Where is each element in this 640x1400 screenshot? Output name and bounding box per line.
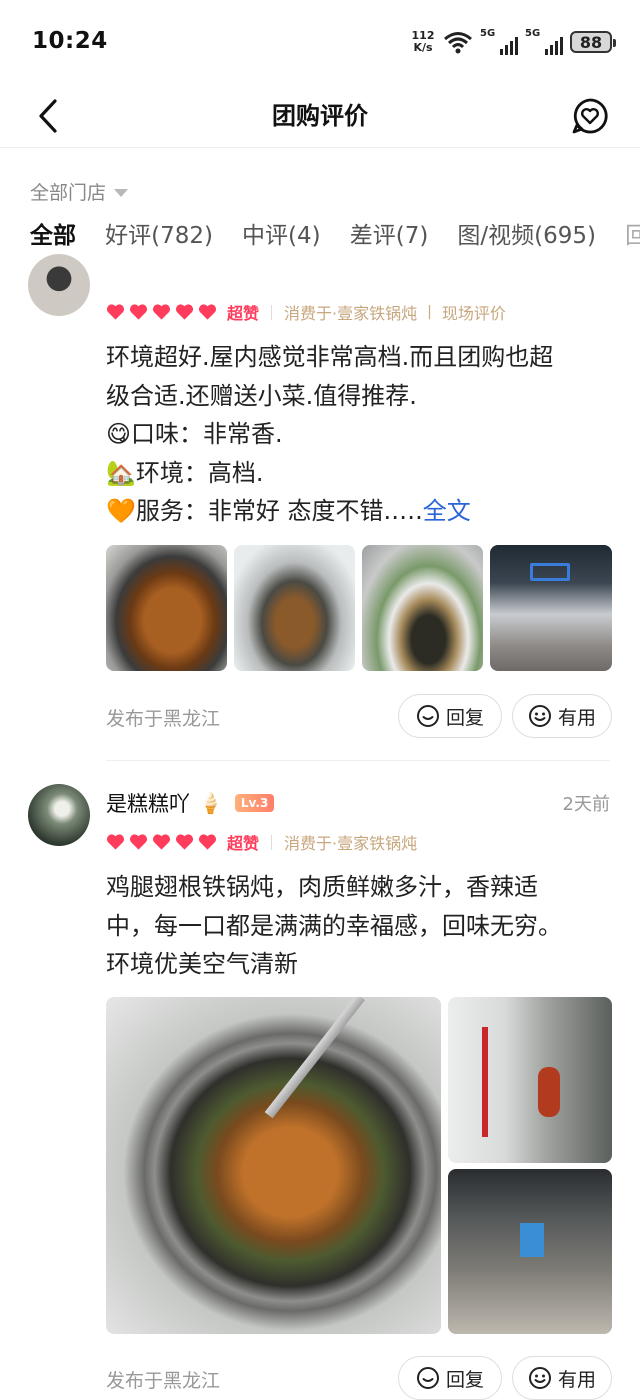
- review-photo[interactable]: [106, 997, 441, 1334]
- heart-icon: [198, 304, 217, 320]
- store-filter-dropdown[interactable]: 全部门店: [30, 178, 129, 205]
- heart-icon: [129, 834, 148, 850]
- consumed-at[interactable]: 消费于·壹家铁锅炖: [284, 830, 417, 854]
- rating-row: 超赞 消费于·壹家铁锅炖 | 现场评价: [106, 300, 506, 324]
- avatar[interactable]: [28, 254, 90, 316]
- caret-down-icon: [114, 188, 129, 197]
- user-row: 是糕糕吖 🍦 Lv.3: [106, 788, 275, 818]
- useful-button[interactable]: 有用: [512, 694, 612, 738]
- useful-button[interactable]: 有用: [512, 1356, 612, 1400]
- tab-negative[interactable]: 差评(7): [350, 218, 429, 254]
- heart-icon: [152, 304, 171, 320]
- review-photo[interactable]: [490, 545, 612, 671]
- divider: [271, 834, 273, 850]
- review-photo[interactable]: [362, 545, 483, 671]
- smile-icon: [528, 705, 551, 727]
- rating-label: 超赞: [227, 834, 260, 853]
- signal-1-icon: 5G: [480, 29, 518, 55]
- heart-icon: [106, 304, 125, 320]
- rating-row: 超赞 消费于·壹家铁锅炖: [106, 830, 417, 854]
- review-text[interactable]: 鸡腿翅根铁锅炖，肉质鲜嫩多汁，香辣适 中，每一口都是满满的幸福感，回味无穷。 环…: [106, 868, 611, 984]
- tab-media[interactable]: 图/视频(695): [457, 218, 596, 254]
- wifi-icon: [444, 32, 472, 54]
- heart-chat-icon: [572, 98, 608, 134]
- post-location: 发布于黑龙江: [106, 708, 221, 730]
- ice-cream-icon: 🍦: [198, 791, 223, 815]
- reply-button[interactable]: 回复: [398, 694, 502, 738]
- store-filter-label: 全部门店: [30, 182, 107, 204]
- consumed-at[interactable]: 消费于·壹家铁锅炖: [284, 300, 417, 324]
- heart-icon: [175, 304, 194, 320]
- user-name[interactable]: 是糕糕吖: [106, 788, 190, 818]
- divider: [106, 760, 610, 761]
- review-card: 是糕糕吖 🍦 Lv.3 2天前 超赞 消费于·壹家铁锅炖 鸡腿翅根铁锅炖，肉质鲜…: [0, 784, 640, 1400]
- review-type: 现场评价: [441, 304, 506, 323]
- post-location: 发布于黑龙江: [106, 1370, 221, 1392]
- review-photo[interactable]: [234, 545, 355, 671]
- heart-icon: [152, 834, 171, 850]
- feedback-button[interactable]: [570, 92, 610, 140]
- tab-positive[interactable]: 好评(782): [105, 218, 213, 254]
- review-photo[interactable]: [448, 997, 612, 1163]
- smile-icon: [528, 1367, 551, 1389]
- heart-icon: [175, 834, 194, 850]
- review-text[interactable]: 环境超好.屋内感觉非常高档.而且团购也超 级合适.还赠送小菜.值得推荐. 😋口味…: [106, 338, 611, 531]
- post-time: 2天前: [562, 794, 610, 815]
- status-bar: 10:24 112 K/s 5G 5G 88: [0, 0, 640, 84]
- review-photo[interactable]: [448, 1169, 612, 1334]
- review-filter-tabs: 全部 好评(782) 中评(4) 差评(7) 图/视频(695) 回: [30, 218, 640, 268]
- level-badge: Lv.3: [234, 794, 275, 812]
- review-card: 超赞 消费于·壹家铁锅炖 | 现场评价 环境超好.屋内感觉非常高档.而且团购也超…: [0, 254, 640, 766]
- reply-button[interactable]: 回复: [398, 1356, 502, 1400]
- comment-icon: [416, 1367, 439, 1389]
- review-photo[interactable]: [106, 545, 227, 671]
- tab-more[interactable]: 回: [625, 218, 640, 254]
- network-speed: 112 K/s: [411, 29, 435, 54]
- divider: [271, 304, 273, 320]
- avatar[interactable]: [28, 784, 90, 846]
- status-time: 10:24: [32, 28, 108, 54]
- heart-icon: [198, 834, 217, 850]
- tab-neutral[interactable]: 中评(4): [242, 218, 321, 254]
- nav-header: 团购评价: [0, 84, 640, 148]
- battery-indicator: 88: [570, 31, 616, 53]
- full-text-link[interactable]: 全文: [423, 497, 471, 525]
- heart-icon: [106, 834, 125, 850]
- page-title: 团购评价: [272, 102, 368, 130]
- rating-label: 超赞: [227, 304, 260, 323]
- tab-all[interactable]: 全部: [30, 218, 76, 264]
- comment-icon: [416, 705, 439, 727]
- status-icons: 112 K/s 5G 5G 88: [410, 26, 616, 58]
- heart-icon: [129, 304, 148, 320]
- signal-2-icon: 5G: [525, 29, 563, 55]
